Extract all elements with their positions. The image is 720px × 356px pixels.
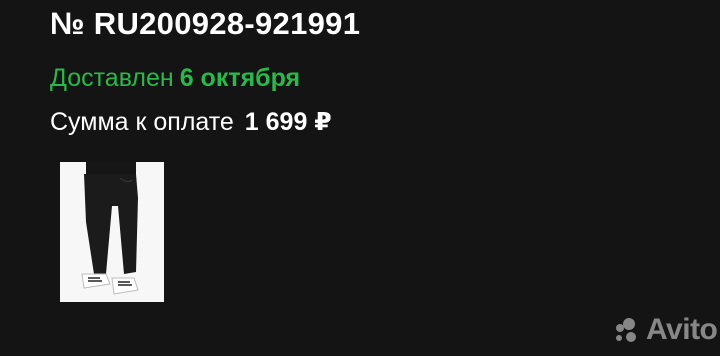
product-thumbnail[interactable] [60, 162, 164, 302]
delivery-status-label: Доставлен [50, 64, 174, 92]
jeans-product-photo-icon [60, 162, 164, 302]
delivery-date: 6 октября [179, 64, 301, 92]
payment-sum-label: Сумма к оплате [50, 108, 234, 136]
payment-sum-value: 1 699 ₽ [244, 108, 332, 136]
delivery-status: Доставлен 6 октября [50, 64, 300, 93]
order-number: № RU200928-921991 [50, 6, 361, 41]
avito-watermark: Avito [612, 312, 718, 348]
payment-sum: Сумма к оплате 1 699 ₽ [50, 107, 332, 137]
avito-watermark-text: Avito [646, 313, 718, 346]
avito-logo-icon [616, 318, 636, 342]
